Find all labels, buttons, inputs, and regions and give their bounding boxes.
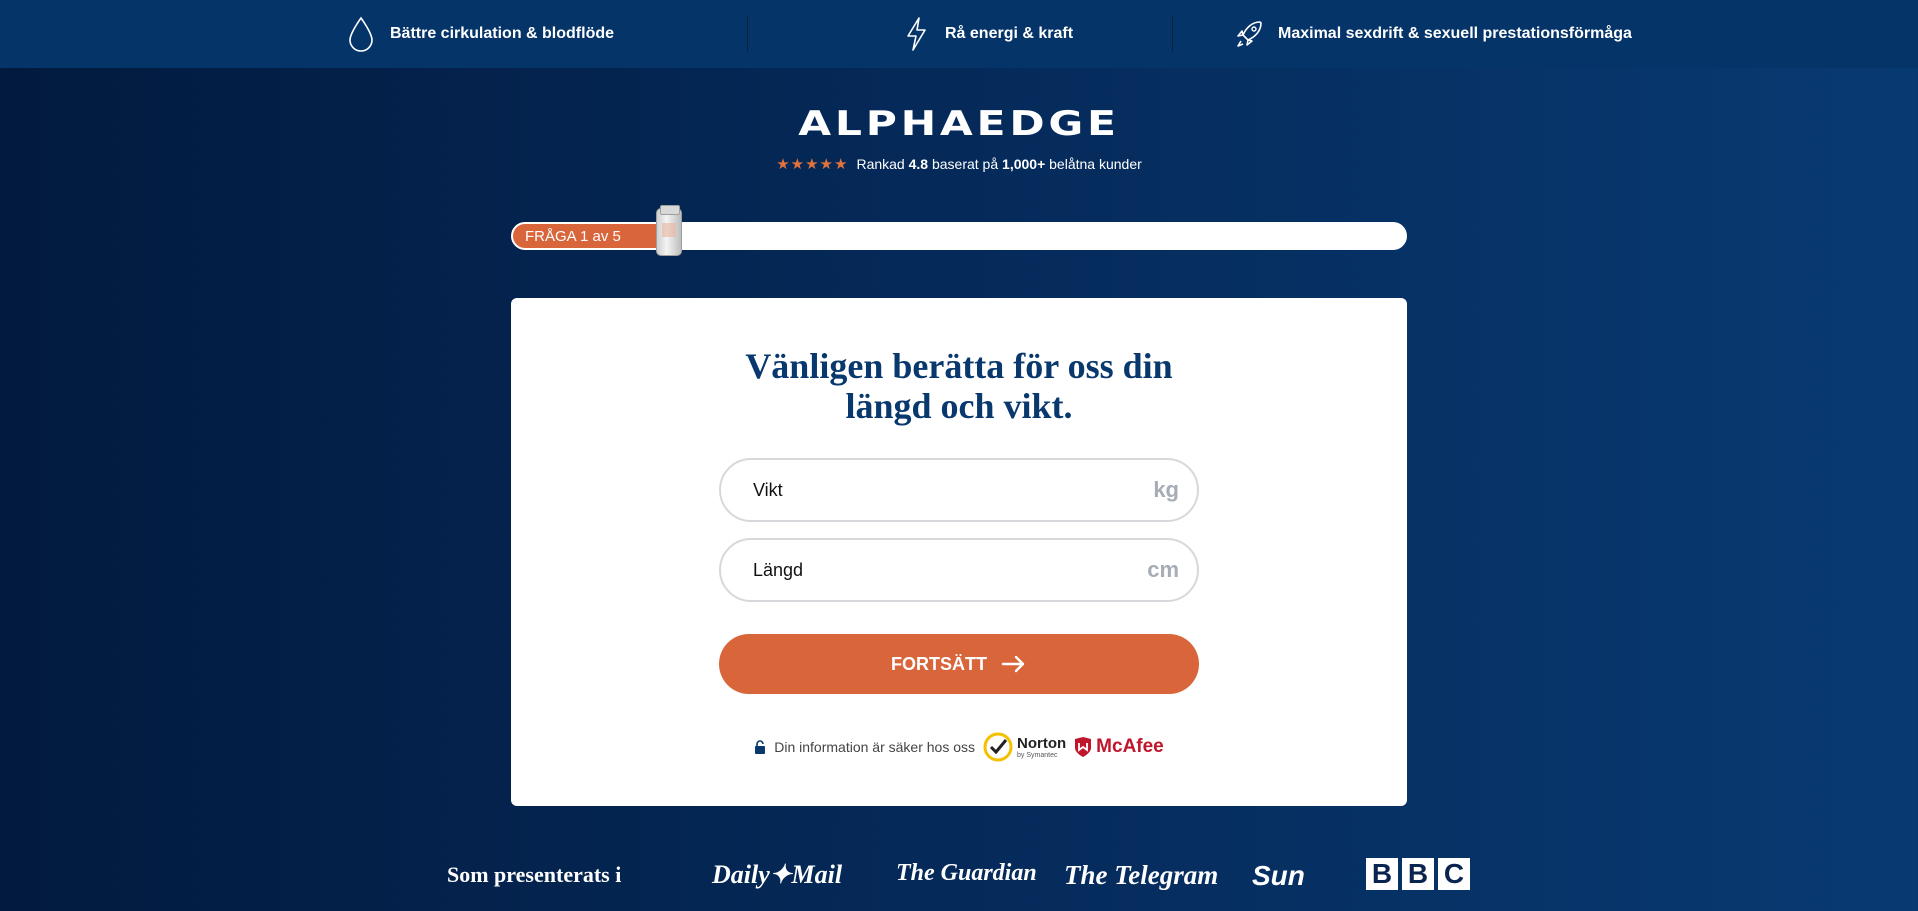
lock-icon [755,740,766,754]
brand-logo[interactable]: ALPHAEDGE [0,104,1918,144]
mcafee-shield-icon [1075,737,1092,757]
bbc-letter: C [1438,858,1470,890]
star-rating-icon: ★★★★★ [776,156,849,173]
weight-field[interactable]: kg [719,458,1199,522]
mcafee-badge: McAfee [1074,736,1164,758]
benefit-performance: Maximal sexdrift & sexuell prestationsfö… [1206,16,1660,52]
norton-check-icon [983,732,1013,762]
press-label: Som presenterats i [447,862,622,887]
benefit-label: Rå energi & kraft [945,25,1074,42]
progress-fill: FRÅGA 1 av 5 [513,224,658,248]
rating-row: ★★★★★ Rankad 4.8 baserat på 1,000+ belåt… [0,155,1918,173]
quiz-progress-bar: FRÅGA 1 av 5 [511,205,1407,256]
secure-text: Din information är säker hos oss [774,739,976,755]
rocket-icon [1237,21,1262,47]
question-title: Vänligen berätta för oss din längd och v… [511,346,1407,426]
benefit-label: Maximal sexdrift & sexuell prestationsfö… [1278,25,1632,42]
height-input[interactable] [753,559,1113,581]
sun-logo: Sun [1252,860,1305,891]
rating-value: 4.8 [908,156,929,172]
benefit-circulation: Bättre cirkulation & blodflöde [318,16,642,52]
norton-label: Norton [1017,735,1067,752]
rating-suffix: belåtna kunder [1049,156,1142,172]
continue-label: FORTSÄTT [891,653,987,674]
telegram-logo: The Telegram [1064,860,1219,890]
weight-unit: kg [1153,477,1179,502]
bbc-logo: B B C [1366,858,1470,890]
bbc-letter: B [1402,858,1434,890]
security-row: Din information är säker hos oss Norton … [511,732,1407,762]
question-title-line: Vänligen berätta för oss din [745,346,1173,386]
norton-sub: by Symantec [1017,752,1058,759]
divider [747,16,748,52]
question-title-line: längd och vikt. [845,386,1073,426]
arrow-right-icon [1001,655,1025,673]
dailymail-logo: Daily✦Mail [712,860,843,889]
drop-icon [349,16,373,52]
press-section: Som presenterats i Daily✦Mail The Guardi… [0,856,1918,896]
question-card: Vänligen berätta för oss din längd och v… [511,298,1407,806]
continue-button[interactable]: FORTSÄTT [719,634,1199,694]
benefit-label: Bättre cirkulation & blodflöde [390,25,615,42]
benefit-energy: Rå energi & kraft [873,16,1101,52]
mcafee-label: McAfee [1096,736,1164,757]
lightning-icon [907,17,926,51]
bbc-letter: B [1366,858,1398,890]
rating-prefix: Rankad [856,156,905,172]
rating-mid: baserat på [931,156,999,172]
weight-input[interactable] [753,479,1113,501]
height-unit: cm [1147,557,1179,582]
product-bottle-icon [656,205,682,256]
rating-count: 1,000+ [1002,156,1046,172]
rating-text: Rankad 4.8 baserat på 1,000+ belåtna kun… [856,156,1141,172]
divider [1172,16,1173,52]
progress-label: FRÅGA 1 av 5 [525,227,621,245]
benefits-bar: Bättre cirkulation & blodflöde Rå energi… [0,0,1918,68]
norton-badge: Norton by Symantec [983,732,1066,762]
guardian-logo: The Guardian [896,860,1037,886]
height-field[interactable]: cm [719,538,1199,602]
